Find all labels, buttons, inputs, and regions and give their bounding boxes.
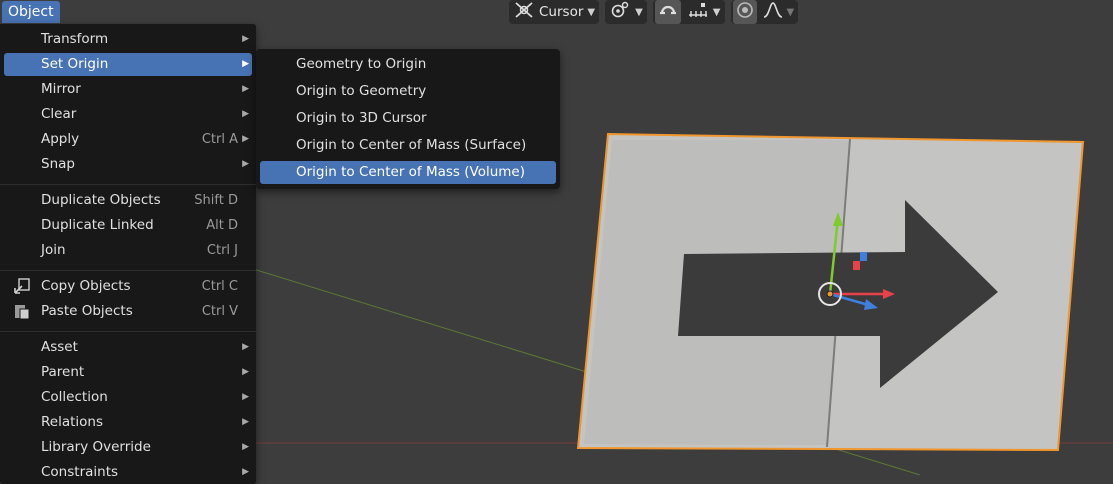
- menu-item-label: Duplicate Objects: [41, 192, 161, 208]
- menu-item-label: Constraints: [41, 464, 119, 480]
- menu-item-origin-to-geometry[interactable]: Origin to Geometry: [260, 80, 556, 103]
- menu-item-shortcut: Ctrl C: [201, 279, 238, 294]
- submenu-arrow-icon: ▶: [242, 392, 249, 402]
- proportional-editing-toggle[interactable]: [732, 0, 757, 24]
- snap-target-dropdown[interactable]: ▼: [685, 0, 723, 24]
- set-origin-submenu: Geometry to Origin Origin to Geometry Or…: [256, 49, 560, 189]
- menu-item-collection[interactable]: Collection ▶: [4, 386, 252, 409]
- menu-item-label: Apply: [41, 131, 80, 147]
- menu-item-label: Geometry to Origin: [296, 56, 427, 72]
- menu-item-label: Origin to Center of Mass (Surface): [296, 137, 527, 153]
- menu-item-label: Transform: [41, 31, 109, 47]
- viewport-toolbar: Cursor ▼ ▼ ▼ ▼: [509, 0, 799, 26]
- submenu-arrow-icon: ▶: [242, 367, 249, 377]
- submenu-arrow-icon: ▶: [242, 442, 249, 452]
- menu-item-label: Join: [41, 242, 66, 258]
- submenu-arrow-icon: ▶: [242, 342, 249, 352]
- menu-item-apply[interactable]: Apply Ctrl A ▶: [4, 128, 252, 151]
- menu-item-origin-to-center-of-mass-volume[interactable]: Origin to Center of Mass (Volume): [260, 161, 556, 184]
- gizmo-plane-handle-red[interactable]: [853, 261, 860, 270]
- menu-item-mirror[interactable]: Mirror ▶: [4, 78, 252, 101]
- snap-group: ▼: [652, 0, 725, 24]
- menu-item-label: Set Origin: [41, 56, 109, 72]
- chevron-down-icon: ▼: [587, 6, 596, 18]
- object-menu-button[interactable]: Object: [2, 1, 60, 23]
- menu-separator: [0, 331, 256, 332]
- menu-item-label: Origin to Center of Mass (Volume): [296, 164, 525, 180]
- transform-pivot-icon: [513, 1, 535, 23]
- menu-item-label: Parent: [41, 364, 85, 380]
- chevron-down-icon: ▼: [712, 6, 721, 18]
- falloff-curve-icon: [763, 1, 783, 23]
- pivot-label: Cursor: [539, 4, 584, 20]
- falloff-dropdown[interactable]: ▼: [761, 0, 797, 24]
- menu-item-label: Copy Objects: [41, 278, 131, 294]
- menu-separator: [0, 270, 256, 271]
- menu-item-shortcut: Ctrl A: [201, 132, 238, 147]
- submenu-arrow-icon: ▶: [242, 59, 249, 69]
- menu-item-join[interactable]: Join Ctrl J: [4, 239, 252, 262]
- menu-item-shortcut: Ctrl J: [206, 243, 238, 258]
- menu-item-transform[interactable]: Transform ▶: [4, 28, 252, 51]
- menu-item-label: Relations: [41, 414, 103, 430]
- menu-item-copy-objects[interactable]: Copy Objects Ctrl C: [4, 275, 252, 298]
- snap-increment-icon: [687, 1, 709, 23]
- menu-item-label: Origin to 3D Cursor: [296, 110, 427, 126]
- object-menu: Transform ▶ Set Origin ▶ Mirror ▶ Clear ▶ Ap…: [0, 24, 256, 484]
- menu-item-label: Library Override: [41, 439, 151, 455]
- menu-item-shortcut: Shift D: [194, 193, 238, 208]
- chevron-down-icon: ▼: [786, 6, 795, 18]
- menu-separator: [0, 184, 256, 185]
- submenu-arrow-icon: ▶: [242, 84, 249, 94]
- menu-item-label: Mirror: [41, 81, 81, 97]
- menu-item-parent[interactable]: Parent ▶: [4, 361, 252, 384]
- menu-item-constraints[interactable]: Constraints ▶: [4, 461, 252, 484]
- menu-item-origin-to-3d-cursor[interactable]: Origin to 3D Cursor: [260, 107, 556, 130]
- menu-item-shortcut: Alt D: [206, 218, 238, 233]
- submenu-arrow-icon: ▶: [242, 417, 249, 427]
- submenu-arrow-icon: ▶: [242, 134, 249, 144]
- submenu-arrow-icon: ▶: [242, 109, 249, 119]
- menu-item-label: Paste Objects: [41, 303, 133, 319]
- menu-item-label: Clear: [41, 106, 77, 122]
- orientation-icon: [609, 1, 631, 23]
- menu-item-snap[interactable]: Snap ▶: [4, 153, 252, 176]
- pivot-point-dropdown[interactable]: Cursor ▼: [509, 0, 600, 24]
- menu-item-label: Origin to Geometry: [296, 83, 427, 99]
- object-origin-dot: [826, 290, 834, 298]
- menu-item-set-origin[interactable]: Set Origin ▶: [4, 53, 252, 76]
- menu-item-label: Duplicate Linked: [41, 217, 154, 233]
- submenu-arrow-icon: ▶: [242, 159, 249, 169]
- submenu-arrow-icon: ▶: [242, 467, 249, 477]
- snap-toggle[interactable]: [654, 0, 681, 24]
- submenu-arrow-icon: ▶: [242, 34, 249, 44]
- menu-item-library-override[interactable]: Library Override ▶: [4, 436, 252, 459]
- chevron-down-icon: ▼: [635, 6, 643, 18]
- menu-item-duplicate-objects[interactable]: Duplicate Objects Shift D: [4, 189, 252, 212]
- transform-orientation-dropdown[interactable]: ▼: [605, 0, 647, 24]
- gizmo-plane-handle-blue[interactable]: [860, 252, 867, 261]
- snap-icon: [657, 1, 679, 23]
- menu-item-duplicate-linked[interactable]: Duplicate Linked Alt D: [4, 214, 252, 237]
- proportional-editing-group: ▼: [730, 0, 799, 24]
- menu-item-label: Snap: [41, 156, 75, 172]
- paste-icon: [13, 303, 31, 320]
- menu-item-label: Asset: [41, 339, 78, 355]
- menu-item-paste-objects[interactable]: Paste Objects Ctrl V: [4, 300, 252, 323]
- copy-icon: [13, 278, 31, 295]
- menu-item-relations[interactable]: Relations ▶: [4, 411, 252, 434]
- proportional-editing-icon: [735, 1, 755, 23]
- menu-item-asset[interactable]: Asset ▶: [4, 336, 252, 359]
- menu-item-clear[interactable]: Clear ▶: [4, 103, 252, 126]
- menu-item-geometry-to-origin[interactable]: Geometry to Origin: [260, 53, 556, 76]
- menu-item-label: Collection: [41, 389, 108, 405]
- menu-item-shortcut: Ctrl V: [201, 304, 238, 319]
- menu-item-origin-to-center-of-mass-surface[interactable]: Origin to Center of Mass (Surface): [260, 134, 556, 157]
